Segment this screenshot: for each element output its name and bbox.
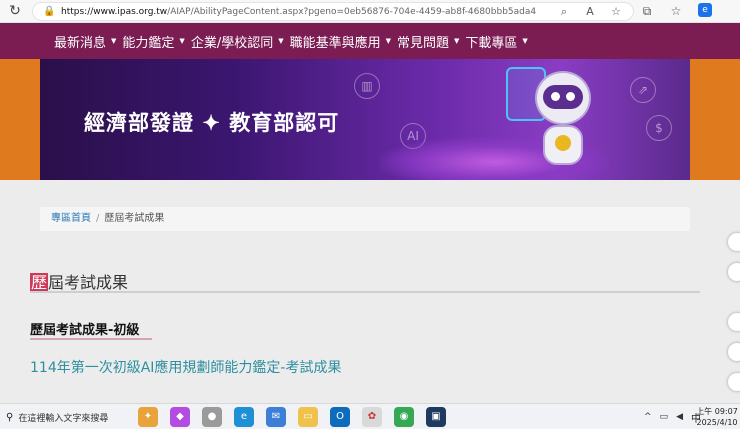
nav-item-competency[interactable]: 職能基準與應用 ▼ [290, 32, 391, 51]
exam-result-link[interactable]: 114年第一次初級AI應用規劃師能力鑑定-考試成果 [30, 357, 341, 377]
edge-sidebar-icon[interactable]: e [698, 3, 712, 19]
nav-item-certification[interactable]: 能力鑑定 ▼ [122, 32, 184, 51]
growth-icon: ⇗ [630, 77, 656, 103]
chart-icon: ▥ [354, 73, 380, 99]
clock[interactable]: 上午 09:07 2025/4/10 [696, 406, 738, 428]
outlook-icon[interactable]: O [330, 407, 350, 427]
extensions-icon[interactable]: ⧉ [640, 3, 654, 19]
windows-taskbar: ⚲ 在這裡輸入文字來搜尋 ✦ ◆ ● e ✉ ▭ O ✿ ◉ ▣ ^ ▭ ◀ 中… [0, 403, 740, 429]
chrome-icon[interactable]: ◉ [394, 407, 414, 427]
breadcrumb-home-link[interactable]: 專區首頁 [51, 213, 91, 224]
web-page: 最新消息 ▼ 能力鑑定 ▼ 企業/學校認同 ▼ 職能基準與應用 ▼ 常見問題 ▼ 下載專區… [0, 23, 740, 403]
fox-widget-icon[interactable]: ✦ [138, 407, 158, 427]
banner-slogan: 經濟部發證 ✦ 教育部認可 [84, 110, 340, 135]
breadcrumb-separator: / [96, 213, 100, 224]
section-title: 歷屆考試成果-初級 [30, 323, 140, 338]
nav-item-faq[interactable]: 常見問題 ▼ [397, 32, 459, 51]
folder-icon[interactable]: ▭ [298, 407, 318, 427]
main-nav: 最新消息 ▼ 能力鑑定 ▼ 企業/學校認同 ▼ 職能基準與應用 ▼ 常見問題 ▼ 下載專區… [0, 23, 740, 59]
zoom-icon[interactable]: ⌕ [557, 4, 571, 20]
chevron-down-icon: ▼ [111, 37, 117, 45]
section-underline [30, 338, 152, 340]
page-title: 歷屆考試成果 [30, 273, 129, 292]
breadcrumb-current: 歷屆考試成果 [104, 213, 165, 224]
breadcrumb: 專區首頁 / 歷屆考試成果 [40, 207, 690, 231]
money-icon: $ [646, 115, 672, 141]
nav-item-news[interactable]: 最新消息 ▼ [54, 32, 116, 51]
chevron-down-icon: ▼ [278, 37, 284, 45]
browser-toolbar: ↻ 🔒 https://www.ipas.org.tw/AIAP/Ability… [0, 0, 740, 23]
search-icon: ⚲ [6, 411, 14, 423]
terminal-icon[interactable]: ▣ [426, 407, 446, 427]
edge-icon[interactable]: e [234, 407, 254, 427]
lock-icon[interactable]: 🔒 [43, 6, 55, 18]
title-divider [30, 291, 700, 293]
nav-item-downloads[interactable]: 下載專區 ▼ [465, 32, 527, 51]
chevron-down-icon: ▼ [179, 37, 185, 45]
paint-icon[interactable]: ✿ [362, 407, 382, 427]
address-bar[interactable]: 🔒 https://www.ipas.org.tw/AIAP/AbilityPa… [32, 2, 634, 21]
copilot-icon[interactable]: ◆ [170, 407, 190, 427]
speaker-icon[interactable]: ◀ [676, 412, 683, 422]
mail-icon[interactable]: ✉ [266, 407, 286, 427]
nav-item-endorsement[interactable]: 企業/學校認同 ▼ [191, 32, 284, 51]
battery-icon[interactable]: ▭ [660, 412, 669, 422]
reload-icon[interactable]: ↻ [6, 2, 24, 20]
float-widget-button[interactable] [728, 373, 740, 391]
chevron-down-icon: ▼ [522, 37, 528, 45]
chevron-up-icon[interactable]: ^ [644, 412, 652, 422]
read-aloud-icon[interactable]: A [583, 4, 597, 20]
chevron-down-icon: ▼ [385, 37, 391, 45]
taskbar-search[interactable]: ⚲ 在這裡輸入文字來搜尋 [0, 404, 134, 430]
url-text[interactable]: https://www.ipas.org.tw/AIAP/AbilityPage… [61, 5, 536, 19]
float-widget-button[interactable] [728, 263, 740, 281]
float-widget-button[interactable] [728, 233, 740, 251]
microphone-icon[interactable]: ● [202, 407, 222, 427]
banner-area: ▥ AI ⇗ $ 經濟部發證 ✦ 教育部認可 [0, 59, 740, 180]
chevron-down-icon: ▼ [454, 37, 460, 45]
banner-image: ▥ AI ⇗ $ 經濟部發證 ✦ 教育部認可 [40, 59, 690, 180]
favorites-icon[interactable]: ☆ [669, 3, 683, 19]
favorite-star-icon[interactable]: ☆ [609, 4, 623, 20]
float-widget-button[interactable] [728, 343, 740, 361]
float-widget-button[interactable] [728, 313, 740, 331]
